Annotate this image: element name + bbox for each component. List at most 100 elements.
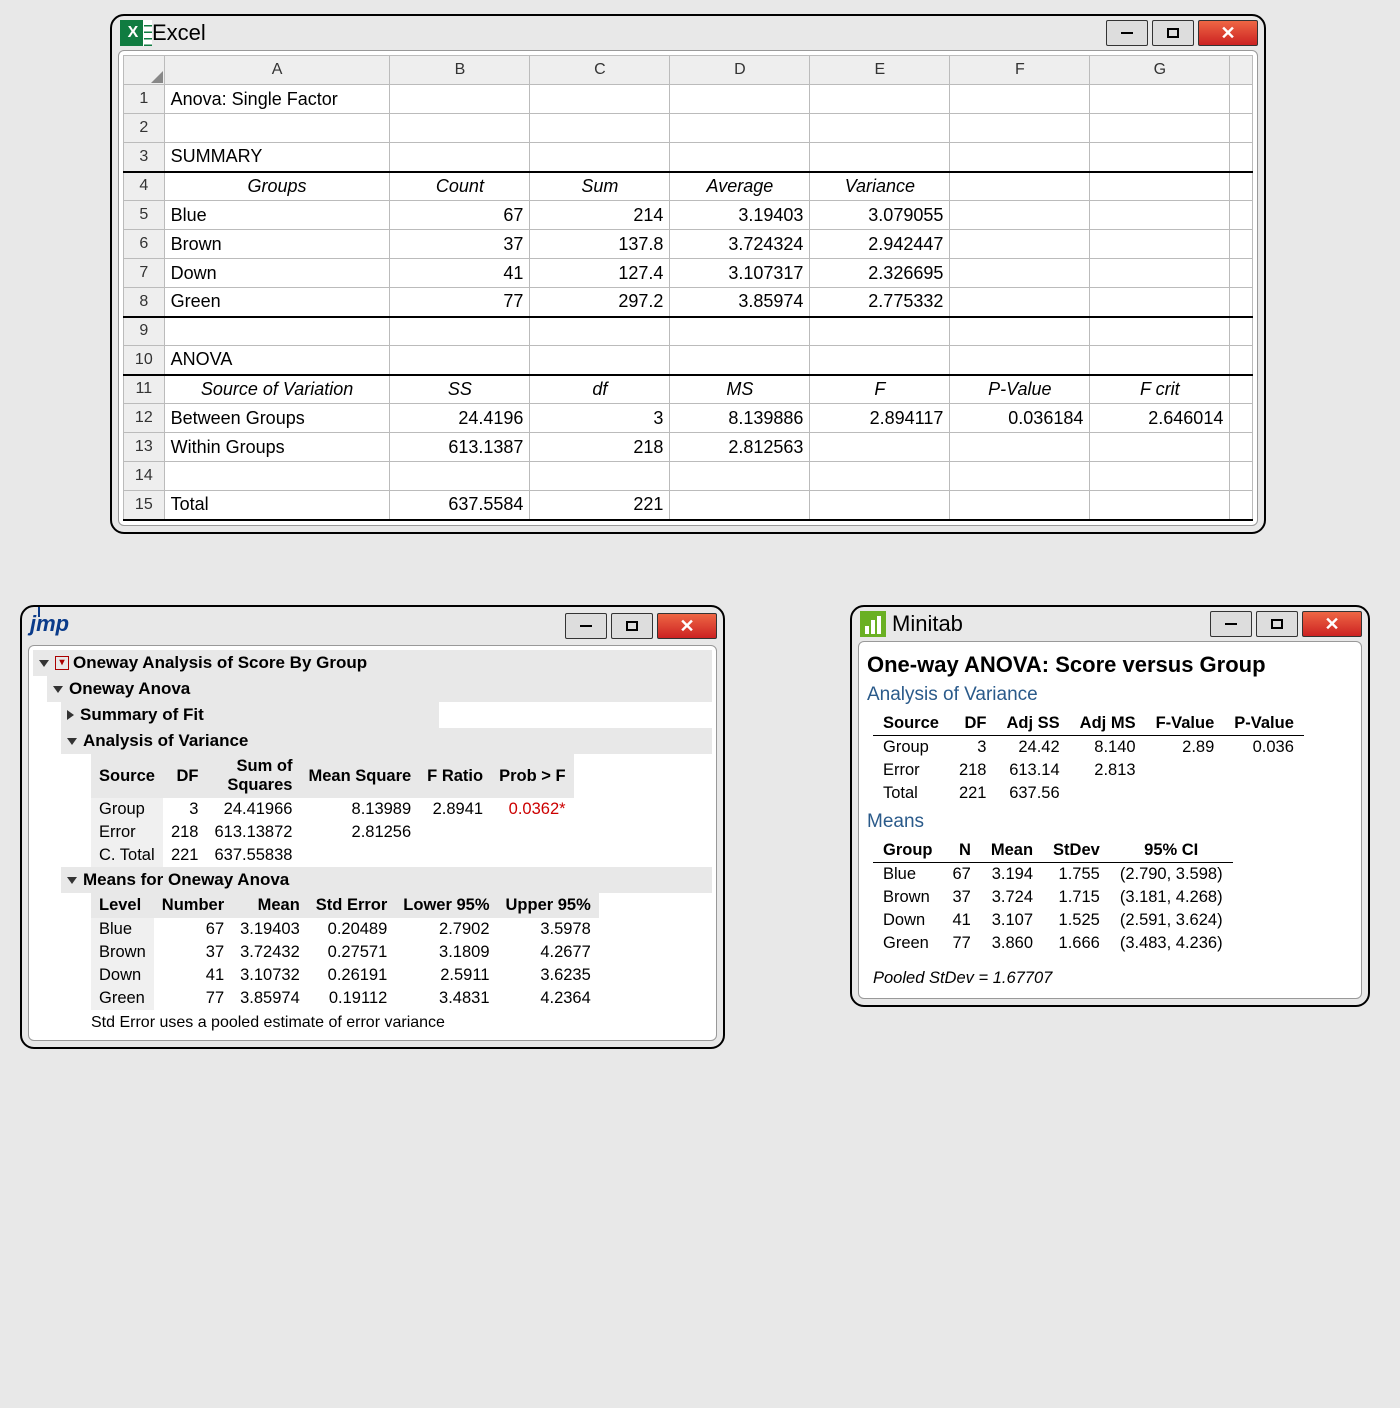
row-header[interactable]: 13 (124, 433, 165, 462)
cell[interactable]: 2.813 (1070, 759, 1146, 782)
cell[interactable] (390, 462, 530, 491)
cell[interactable]: 24.4196 (390, 404, 530, 433)
cell[interactable]: 37 (943, 886, 981, 909)
cell[interactable] (419, 844, 491, 867)
cell[interactable]: 2.89 (1146, 736, 1225, 760)
row-header[interactable]: 10 (124, 346, 165, 375)
cell[interactable] (164, 114, 390, 143)
cell[interactable]: 3.860 (981, 932, 1043, 955)
cell[interactable]: Blue (164, 201, 390, 230)
cell[interactable]: 221 (949, 782, 997, 805)
cell[interactable]: Sum (530, 172, 670, 201)
table-row[interactable]: Down413.1071.525(2.591, 3.624) (873, 909, 1233, 932)
col-header[interactable] (1230, 56, 1253, 85)
cell[interactable] (530, 85, 670, 114)
cell[interactable]: 77 (154, 987, 232, 1010)
cell[interactable] (530, 114, 670, 143)
maximize-button[interactable] (1152, 20, 1194, 46)
table-row[interactable]: 7Down41127.43.1073172.326695 (124, 259, 1253, 288)
cell[interactable]: Brown (91, 941, 154, 964)
jmp-section-oneway-anova[interactable]: Oneway Anova (47, 676, 712, 702)
table-row[interactable]: 13Within Groups613.13872182.812563 (124, 433, 1253, 462)
cell[interactable]: Group (91, 798, 163, 821)
cell[interactable]: 2.646014 (1090, 404, 1230, 433)
table-row[interactable]: 9 (124, 317, 1253, 346)
cell[interactable]: 637.5584 (390, 491, 530, 520)
cell[interactable]: 127.4 (530, 259, 670, 288)
cell[interactable]: MS (670, 375, 810, 404)
table-row[interactable]: 15Total637.5584221 (124, 491, 1253, 520)
table-row[interactable]: Group324.419668.139892.89410.0362* (91, 798, 574, 821)
row-header[interactable]: 11 (124, 375, 165, 404)
cell[interactable]: (3.483, 4.236) (1110, 932, 1233, 955)
cell[interactable] (1230, 230, 1253, 259)
cell[interactable]: 77 (943, 932, 981, 955)
cell[interactable]: Group (873, 736, 949, 760)
cell[interactable] (390, 317, 530, 346)
cell[interactable] (810, 85, 950, 114)
cell[interactable]: 2.775332 (810, 288, 950, 317)
cell[interactable] (1090, 491, 1230, 520)
cell[interactable]: Down (164, 259, 390, 288)
cell[interactable] (950, 288, 1090, 317)
cell[interactable]: ANOVA (164, 346, 390, 375)
col-header[interactable]: A (164, 56, 390, 85)
cell[interactable] (1090, 85, 1230, 114)
cell[interactable]: Error (873, 759, 949, 782)
jmp-section-analysis-variance[interactable]: Analysis of Variance (61, 728, 712, 754)
row-header[interactable]: 12 (124, 404, 165, 433)
cell[interactable] (530, 317, 670, 346)
cell[interactable]: 3.107317 (670, 259, 810, 288)
cell[interactable]: F crit (1090, 375, 1230, 404)
cell[interactable]: 3.72432 (232, 941, 308, 964)
cell[interactable] (1230, 433, 1253, 462)
cell[interactable] (491, 821, 573, 844)
cell[interactable] (1090, 433, 1230, 462)
cell[interactable] (390, 114, 530, 143)
disclosure-triangle-icon[interactable] (67, 738, 77, 745)
cell[interactable]: 0.0362* (491, 798, 573, 821)
cell[interactable] (1090, 317, 1230, 346)
cell[interactable]: 214 (530, 201, 670, 230)
table-row[interactable]: Error218613.142.813 (873, 759, 1304, 782)
cell[interactable]: Blue (873, 863, 943, 887)
minitab-means-table[interactable]: Group N Mean StDev 95% CI Blue673.1941.7… (873, 839, 1233, 955)
cell[interactable]: Average (670, 172, 810, 201)
row-header[interactable]: 15 (124, 491, 165, 520)
cell[interactable]: 3 (949, 736, 997, 760)
cell[interactable] (1230, 114, 1253, 143)
cell[interactable] (670, 143, 810, 172)
cell[interactable]: 3.5978 (498, 918, 599, 941)
cell[interactable]: (3.181, 4.268) (1110, 886, 1233, 909)
cell[interactable]: 137.8 (530, 230, 670, 259)
cell[interactable] (1230, 172, 1253, 201)
cell[interactable]: 8.140 (1070, 736, 1146, 760)
row-header[interactable]: 1 (124, 85, 165, 114)
cell[interactable] (1230, 201, 1253, 230)
cell[interactable] (670, 491, 810, 520)
table-row[interactable]: 3SUMMARY (124, 143, 1253, 172)
close-button[interactable]: ✕ (1198, 20, 1258, 46)
cell[interactable]: 613.14 (996, 759, 1069, 782)
cell[interactable]: 3.10732 (232, 964, 308, 987)
cell[interactable] (810, 317, 950, 346)
cell[interactable] (810, 346, 950, 375)
cell[interactable]: 218 (163, 821, 207, 844)
jmp-means-table[interactable]: Level Number Mean Std Error Lower 95% Up… (91, 893, 599, 1010)
jmp-hotspot-icon[interactable]: ▾ (55, 656, 69, 670)
col-header[interactable]: G (1090, 56, 1230, 85)
cell[interactable] (390, 85, 530, 114)
cell[interactable]: Within Groups (164, 433, 390, 462)
cell[interactable]: 0.27571 (308, 941, 396, 964)
maximize-button[interactable] (611, 613, 653, 639)
cell[interactable]: 3.19403 (670, 201, 810, 230)
minimize-button[interactable] (565, 613, 607, 639)
cell[interactable]: (2.591, 3.624) (1110, 909, 1233, 932)
cell[interactable]: 3.85974 (232, 987, 308, 1010)
cell[interactable] (950, 317, 1090, 346)
table-row[interactable]: Blue673.1941.755(2.790, 3.598) (873, 863, 1233, 887)
jmp-section-oneway-analysis[interactable]: ▾ Oneway Analysis of Score By Group (33, 650, 712, 676)
cell[interactable]: Green (164, 288, 390, 317)
cell[interactable]: 2.7902 (395, 918, 497, 941)
cell[interactable] (1090, 201, 1230, 230)
